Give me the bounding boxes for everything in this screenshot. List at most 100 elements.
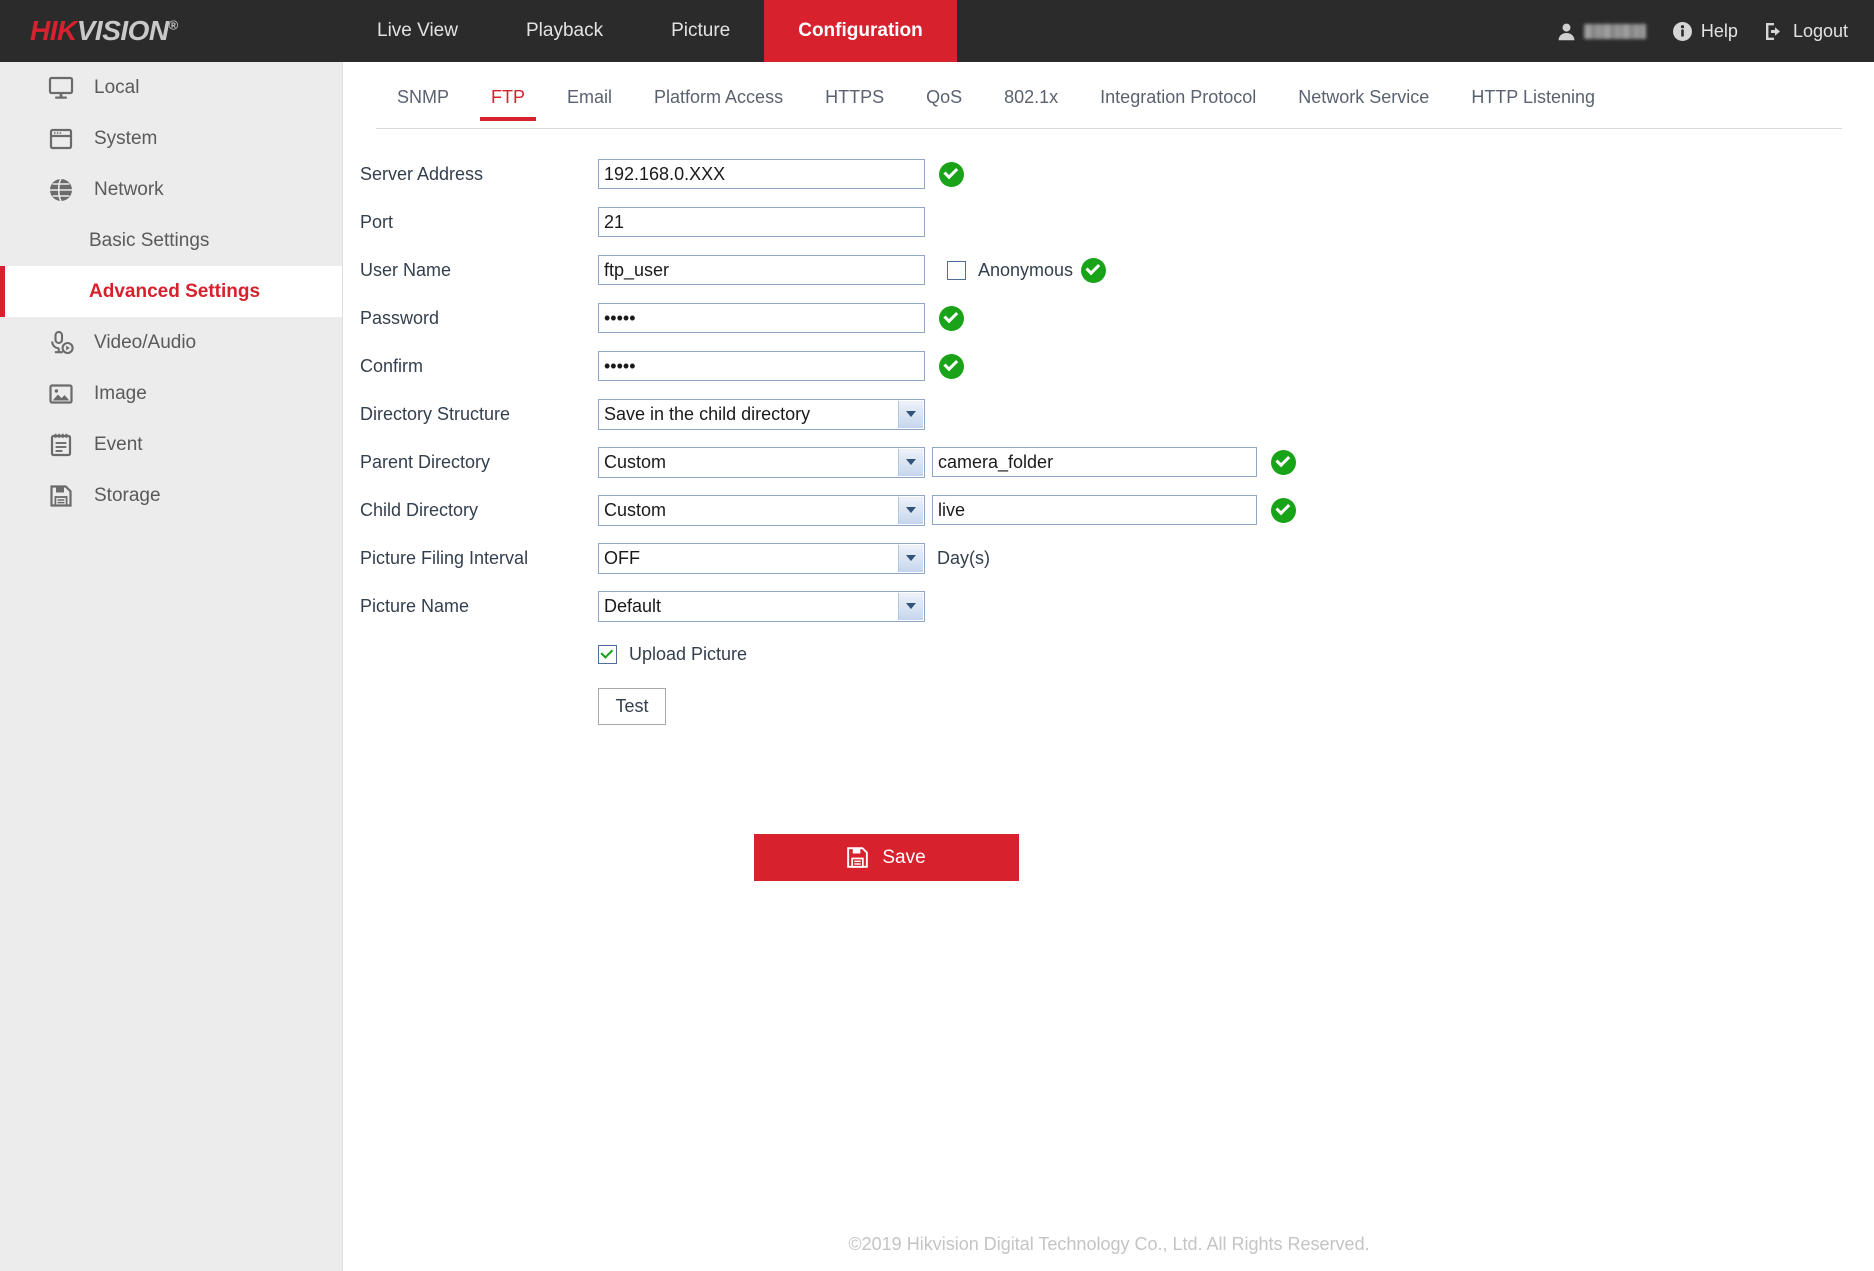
child-directory-input[interactable] (932, 495, 1257, 525)
sidebar-item-network[interactable]: Network (0, 164, 342, 215)
parent-directory-value: Custom (604, 451, 667, 472)
picture-filing-interval-unit: Day(s) (937, 547, 990, 568)
password-input[interactable] (598, 303, 925, 333)
tab-snmp[interactable]: SNMP (376, 87, 470, 120)
chevron-down-icon (898, 400, 923, 428)
logout-icon (1764, 21, 1785, 42)
form-row-parent-directory: Parent Directory Custom (344, 438, 1874, 486)
tab-ftp[interactable]: FTP (470, 87, 546, 121)
tab-email[interactable]: Email (546, 87, 633, 120)
main-navigation: Live View Playback Picture Configuration (343, 0, 957, 62)
tab-integration-protocol[interactable]: Integration Protocol (1079, 87, 1277, 120)
mic-play-icon (48, 330, 74, 356)
sidebar-item-basic-settings[interactable]: Basic Settings (0, 215, 342, 266)
nav-item-configuration[interactable]: Configuration (764, 0, 957, 62)
chevron-down-icon (898, 448, 923, 476)
sidebar-item-advanced-settings[interactable]: Advanced Settings (0, 266, 342, 317)
nav-item-live-view[interactable]: Live View (343, 0, 492, 62)
user-name-valid-icon (1081, 257, 1107, 283)
form-row-port: Port (344, 198, 1874, 246)
chevron-down-icon (898, 544, 923, 572)
picture-name-label: Picture Name (360, 595, 470, 616)
parent-directory-select[interactable]: Custom (598, 446, 925, 478)
brand-logo[interactable]: HIKVISION® (0, 0, 343, 62)
form-row-upload-picture: Upload Picture (344, 630, 1874, 678)
user-account[interactable] (1557, 22, 1646, 41)
user-name-redacted (1583, 23, 1646, 39)
anonymous-checkbox[interactable] (947, 260, 966, 280)
sidebar-item-label: Local (94, 77, 140, 98)
tab-qos[interactable]: QoS (905, 87, 983, 120)
logo-registered-mark: ® (168, 17, 179, 33)
help-label: Help (1700, 20, 1738, 41)
user-icon (1557, 22, 1576, 41)
sidebar-item-image[interactable]: Image (0, 368, 342, 419)
floppy-save-icon (847, 847, 869, 868)
user-name-input[interactable] (598, 255, 925, 285)
info-icon (1672, 21, 1693, 42)
logo-hik-text: HIK (30, 15, 77, 46)
top-header-bar: HIKVISION® Live View Playback Picture Co… (0, 0, 1874, 62)
password-valid-icon (939, 305, 964, 331)
upload-picture-checkbox[interactable] (598, 644, 617, 664)
form-row-user-name: User Name Anonymous (344, 246, 1874, 294)
sidebar-item-label: Storage (94, 485, 161, 506)
directory-structure-select[interactable]: Save in the child directory (598, 398, 925, 430)
nav-item-playback[interactable]: Playback (492, 0, 637, 62)
chevron-down-icon (898, 592, 923, 620)
form-row-child-directory: Child Directory Custom (344, 486, 1874, 534)
sidebar-item-system[interactable]: System (0, 113, 342, 164)
port-input[interactable] (598, 207, 925, 237)
child-directory-select[interactable]: Custom (598, 494, 925, 526)
user-name-label: User Name (360, 259, 452, 280)
configuration-tab-bar: SNMP FTP Email Platform Access HTTPS QoS… (376, 87, 1842, 129)
test-button[interactable]: Test (598, 687, 666, 725)
picture-filing-interval-value: OFF (604, 547, 640, 568)
server-address-label: Server Address (360, 163, 484, 184)
confirm-password-valid-icon (939, 353, 964, 379)
floppy-icon (48, 483, 74, 509)
monitor-icon (48, 75, 74, 101)
logout-label: Logout (1792, 20, 1848, 41)
logo-vision-text: VISION (76, 15, 169, 46)
globe-icon (48, 177, 74, 203)
confirm-password-label: Confirm (360, 355, 424, 376)
picture-filing-interval-select[interactable]: OFF (598, 542, 925, 574)
child-directory-valid-icon (1271, 497, 1296, 523)
parent-directory-input[interactable] (932, 447, 1257, 477)
anonymous-label: Anonymous (978, 259, 1074, 280)
sidebar-item-label: Network (94, 179, 164, 200)
form-row-password: Password (344, 294, 1874, 342)
sidebar-item-label: Video/Audio (94, 332, 197, 353)
picture-name-select[interactable]: Default (598, 590, 925, 622)
sidebar-item-event[interactable]: Event (0, 419, 342, 470)
tab-https[interactable]: HTTPS (804, 87, 905, 120)
save-button[interactable]: Save (754, 834, 1019, 881)
header-right-controls: Help Logout (1557, 0, 1874, 62)
sidebar-item-video-audio[interactable]: Video/Audio (0, 317, 342, 368)
logout-button[interactable]: Logout (1764, 21, 1848, 42)
child-directory-value: Custom (604, 499, 667, 520)
tab-http-listening[interactable]: HTTP Listening (1450, 87, 1616, 120)
form-row-directory-structure: Directory Structure Save in the child di… (344, 390, 1874, 438)
ftp-settings-form: Server Address Port User Name Anonymous … (344, 150, 1874, 734)
confirm-password-input[interactable] (598, 351, 925, 381)
help-button[interactable]: Help (1672, 21, 1738, 42)
tab-platform-access[interactable]: Platform Access (633, 87, 804, 120)
picture-name-value: Default (604, 595, 662, 616)
parent-directory-valid-icon (1271, 449, 1296, 475)
tab-802-1x[interactable]: 802.1x (983, 87, 1079, 120)
form-row-picture-filing-interval: Picture Filing Interval OFF Day(s) (344, 534, 1874, 582)
form-row-picture-name: Picture Name Default (344, 582, 1874, 630)
upload-picture-label: Upload Picture (629, 643, 748, 664)
sidebar-item-storage[interactable]: Storage (0, 470, 342, 521)
server-address-input[interactable] (598, 159, 925, 189)
sidebar-item-label: Image (94, 383, 147, 404)
sidebar-item-label: Event (94, 434, 143, 455)
sidebar-item-local[interactable]: Local (0, 62, 342, 113)
directory-structure-value: Save in the child directory (604, 403, 811, 424)
sidebar-item-label: System (94, 128, 158, 149)
nav-item-picture[interactable]: Picture (637, 0, 764, 62)
tab-network-service[interactable]: Network Service (1277, 87, 1450, 120)
form-row-confirm-password: Confirm (344, 342, 1874, 390)
